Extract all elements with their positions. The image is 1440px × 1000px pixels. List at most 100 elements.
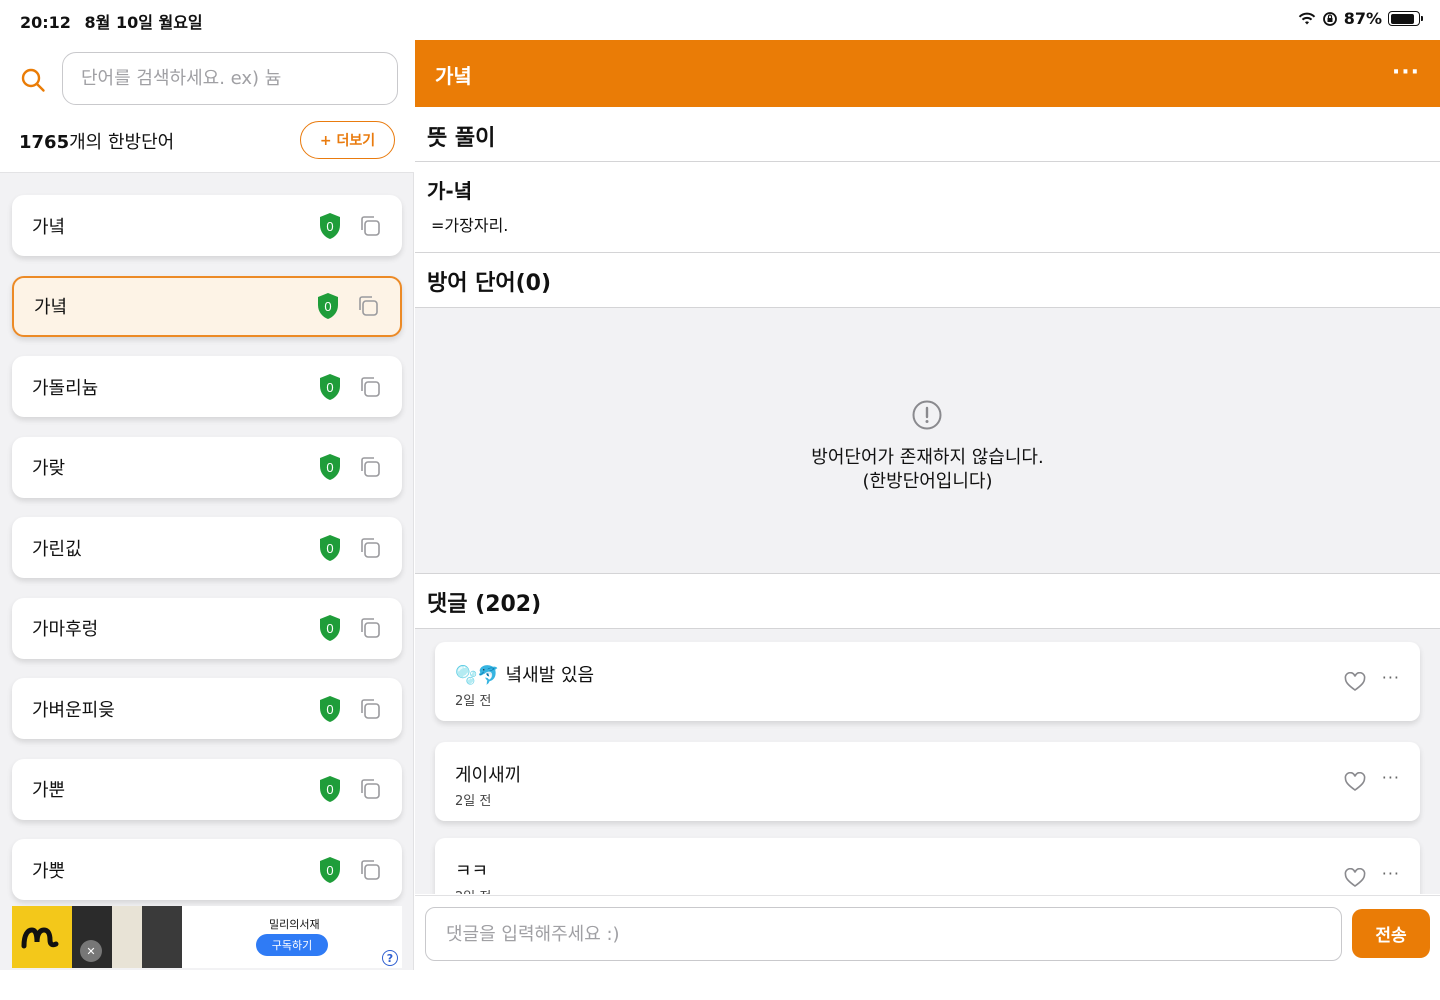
more-options-icon[interactable]: ···: [1392, 60, 1420, 85]
word-label: 가랒: [32, 458, 66, 479]
comments-title: 댓글 (202): [427, 592, 542, 617]
more-button[interactable]: + 더보기: [300, 121, 395, 159]
empty-message-line: (한방단어입니다): [862, 471, 993, 492]
shield-icon: 0: [320, 373, 340, 400]
divider: [415, 161, 1440, 162]
shield-icon: 0: [320, 856, 340, 883]
copy-icon[interactable]: [358, 697, 382, 721]
word-label: 가마후렁: [32, 619, 99, 640]
ad-help-icon[interactable]: ?: [382, 950, 398, 966]
word-label: 가린깂: [32, 538, 82, 560]
word-count-suffix: 개의 한방단어: [69, 132, 175, 153]
word-label: 가녘: [32, 216, 66, 238]
list-toolbar: 1765개의 한방단어 + 더보기: [0, 40, 414, 173]
status-time: 20:12: [20, 13, 71, 32]
comment-item: ㅋㅋ 2일 전 ···: [435, 838, 1420, 894]
bottom-safe-area: [0, 970, 1440, 1000]
definition-text: =가장자리.: [431, 216, 509, 235]
word-list-item[interactable]: 가뿟 0: [12, 839, 402, 900]
copy-icon[interactable]: [358, 536, 382, 560]
shield-badge-text: 0: [326, 621, 333, 636]
shield-badge-text: 0: [326, 782, 333, 797]
send-button[interactable]: 전송: [1352, 909, 1430, 958]
meaning-title: 뜻 풀이: [427, 126, 496, 151]
comment-time: 2일 전: [455, 694, 492, 709]
shield-badge-text: 0: [326, 380, 333, 395]
shield-icon: 0: [320, 615, 340, 641]
comment-more-icon[interactable]: ···: [1382, 864, 1400, 883]
shield-badge-text: 0: [326, 460, 333, 475]
comment-input[interactable]: [425, 907, 1342, 961]
copy-icon[interactable]: [358, 214, 382, 238]
empty-message-line: 방어단어가 존재하지 않습니다.: [811, 447, 1044, 468]
comment-text: 게이새끼: [455, 765, 522, 786]
ad-logo[interactable]: [12, 906, 72, 968]
shield-icon: 0: [320, 454, 340, 480]
shield-badge-text: 0: [326, 702, 333, 717]
copy-icon[interactable]: [358, 777, 382, 801]
heart-icon[interactable]: [1344, 772, 1366, 792]
comment-time: 2일 전: [455, 794, 492, 809]
shield-badge-text: 0: [326, 219, 333, 234]
word-label: 가벼운피읒: [32, 699, 115, 721]
status-indicators: 87%: [1298, 9, 1423, 28]
ad-subscribe-button[interactable]: 구독하기: [256, 934, 328, 956]
copy-icon[interactable]: [358, 375, 382, 399]
ad-image[interactable]: ✕: [72, 906, 112, 968]
search-icon[interactable]: [20, 67, 46, 93]
search-input[interactable]: [62, 52, 398, 105]
word-list-pane: 1765개의 한방단어 + 더보기 가녘0가녘0가돌리늄0가랒0가린깂0가마후렁…: [0, 40, 414, 970]
divider: [415, 573, 1440, 574]
word-count-number: 1765: [19, 132, 70, 153]
status-date: 8월 10일 월요일: [84, 13, 203, 32]
headword: 가-녘: [427, 179, 473, 203]
comment-more-icon[interactable]: ···: [1382, 668, 1400, 687]
word-list-item[interactable]: 가마후렁 0: [12, 597, 402, 659]
status-bar: 20:12 8월 10일 월요일 87%: [0, 0, 1440, 40]
word-label: 가돌리늄: [32, 377, 99, 399]
word-list-item[interactable]: 가돌리늄 0: [12, 356, 402, 417]
copy-icon[interactable]: [358, 455, 382, 479]
word-label: 가녘: [34, 297, 68, 318]
defense-words-title: 방어 단어(0): [427, 271, 552, 296]
word-list-item[interactable]: 가벼운피읒 0: [12, 678, 402, 739]
shield-icon: 0: [320, 212, 340, 239]
heart-icon[interactable]: [1344, 672, 1366, 692]
copy-icon[interactable]: [358, 858, 382, 882]
copy-icon[interactable]: [358, 616, 382, 640]
word-count: 1765개의 한방단어: [19, 128, 174, 154]
mute-icon[interactable]: ✕: [80, 940, 102, 962]
empty-message: 방어단어가 존재하지 않습니다. (한방단어입니다): [415, 446, 1440, 494]
word-detail-pane: 가녘 ··· 뜻 풀이 가-녘 =가장자리. 방어 단어(0) 방어단어가 존재…: [415, 40, 1440, 970]
detail-title: 가녘: [435, 64, 472, 88]
ad-banner[interactable]: ✕ 밀리의서재 구독하기 ?: [12, 906, 402, 968]
copy-icon[interactable]: [356, 294, 380, 318]
alert-circle-icon: [912, 400, 942, 430]
comment-item: 🫧🐬 녘새발 있음 2일 전 ···: [435, 642, 1420, 721]
shield-badge-text: 0: [324, 299, 331, 314]
ad-brand-logo-icon: [21, 927, 59, 949]
comment-time: 2일 전: [455, 886, 491, 894]
shield-icon: 0: [320, 695, 340, 722]
ad-cta-area[interactable]: 밀리의서재 구독하기 ?: [182, 906, 402, 968]
word-list-item[interactable]: 가랒 0: [12, 436, 402, 498]
word-list-item[interactable]: 가린깂 0: [12, 517, 402, 578]
word-list-item[interactable]: 가뿐 0: [12, 758, 402, 820]
comment-text: ㅋㅋ: [455, 861, 489, 882]
shield-icon: 0: [320, 776, 340, 802]
heart-icon[interactable]: [1344, 868, 1366, 888]
ad-image[interactable]: [142, 906, 182, 968]
detail-header: 가녘 ···: [415, 40, 1440, 107]
ad-title: 밀리의서재: [269, 918, 320, 931]
word-list-item[interactable]: 가녘 0: [12, 275, 402, 337]
shield-badge-text: 0: [326, 541, 333, 556]
defense-words-empty: 방어단어가 존재하지 않습니다. (한방단어입니다): [415, 308, 1440, 574]
shield-icon: 0: [318, 293, 338, 319]
battery-percent: 87%: [1343, 9, 1382, 28]
ad-image[interactable]: [112, 906, 142, 968]
comment-more-icon[interactable]: ···: [1382, 768, 1400, 787]
comment-item: 게이새끼 2일 전 ···: [435, 742, 1420, 821]
wifi-icon: [1298, 12, 1315, 24]
orientation-lock-icon: [1322, 11, 1337, 26]
word-list-item[interactable]: 가녘 0: [12, 195, 402, 256]
